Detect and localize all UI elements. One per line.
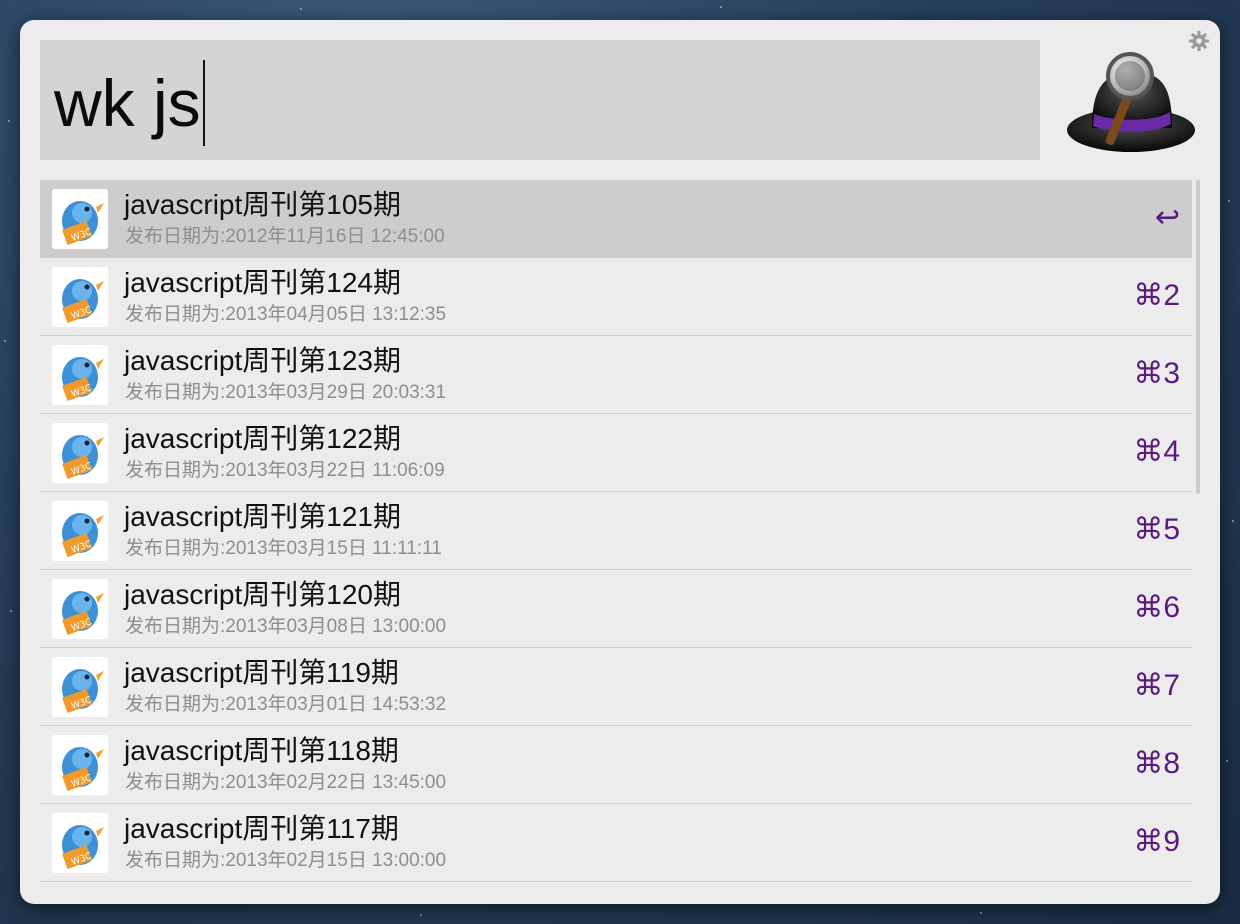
result-shortcut: ⌘3 bbox=[1133, 357, 1180, 390]
result-title: javascript周刊第117期 bbox=[124, 813, 399, 844]
result-row[interactable]: W3C javascript周刊第123期 发布日期为:2013年03月29日 … bbox=[40, 336, 1192, 414]
launcher-window: wk js W3C javascript周刊第105期 发布日期为:2012年1… bbox=[20, 20, 1220, 904]
result-row[interactable]: W3C javascript周刊第119期 发布日期为:2013年03月01日 … bbox=[40, 648, 1192, 726]
text-caret bbox=[202, 60, 205, 146]
result-subtitle: 发布日期为:2013年04月05日 13:12:35 bbox=[125, 304, 447, 325]
result-subtitle: 发布日期为:2012年11月16日 12:45:00 bbox=[125, 226, 445, 247]
search-query: wk js bbox=[54, 60, 205, 146]
result-subtitle: 发布日期为:2013年02月15日 13:00:00 bbox=[125, 850, 447, 871]
return-key-icon: ↩ bbox=[1154, 201, 1180, 234]
result-shortcut: ⌘8 bbox=[1133, 747, 1180, 780]
result-subtitle: 发布日期为:2013年02月22日 13:45:00 bbox=[125, 772, 447, 793]
result-title: javascript周刊第118期 bbox=[124, 735, 399, 766]
result-row[interactable]: W3C javascript周刊第121期 发布日期为:2013年03月15日 … bbox=[40, 492, 1192, 570]
result-title: javascript周刊第121期 bbox=[124, 501, 401, 532]
result-row[interactable]: W3C javascript周刊第124期 发布日期为:2013年04月05日 … bbox=[40, 258, 1192, 336]
results-list: W3C javascript周刊第105期 发布日期为:2012年11月16日 … bbox=[40, 180, 1192, 882]
result-row[interactable]: W3C javascript周刊第105期 发布日期为:2012年11月16日 … bbox=[40, 180, 1192, 258]
result-shortcut: ⌘6 bbox=[1133, 591, 1180, 624]
w3c-bird-icon: W3C bbox=[52, 813, 108, 873]
gear-icon[interactable] bbox=[1188, 30, 1210, 52]
alfred-hat-logo-icon bbox=[1067, 52, 1195, 152]
search-input[interactable]: wk js bbox=[40, 40, 1040, 160]
result-title: javascript周刊第119期 bbox=[124, 657, 399, 688]
w3c-bird-icon: W3C bbox=[52, 735, 108, 795]
w3c-bird-icon: W3C bbox=[52, 657, 108, 717]
result-title: javascript周刊第123期 bbox=[124, 345, 401, 376]
result-shortcut: ⌘9 bbox=[1133, 825, 1180, 858]
results-scrollbar[interactable] bbox=[1196, 180, 1200, 494]
result-subtitle: 发布日期为:2013年03月22日 11:06:09 bbox=[125, 460, 445, 481]
w3c-bird-icon: W3C bbox=[52, 423, 108, 483]
result-subtitle: 发布日期为:2013年03月15日 11:11:11 bbox=[125, 538, 442, 559]
result-title: javascript周刊第124期 bbox=[124, 267, 401, 298]
result-row[interactable]: W3C javascript周刊第122期 发布日期为:2013年03月22日 … bbox=[40, 414, 1192, 492]
result-title: javascript周刊第122期 bbox=[124, 423, 401, 454]
result-shortcut: ⌘5 bbox=[1133, 513, 1180, 546]
result-title: javascript周刊第105期 bbox=[124, 189, 401, 220]
result-shortcut: ⌘4 bbox=[1133, 435, 1180, 468]
search-query-text: wk js bbox=[54, 66, 201, 140]
result-row[interactable]: W3C javascript周刊第117期 发布日期为:2013年02月15日 … bbox=[40, 804, 1192, 882]
result-shortcut: ⌘7 bbox=[1133, 669, 1180, 702]
result-row[interactable]: W3C javascript周刊第118期 发布日期为:2013年02月22日 … bbox=[40, 726, 1192, 804]
w3c-bird-icon: W3C bbox=[52, 267, 108, 327]
result-title: javascript周刊第120期 bbox=[124, 579, 401, 610]
result-shortcut: ⌘2 bbox=[1133, 279, 1180, 312]
w3c-bird-icon: W3C bbox=[52, 345, 108, 405]
w3c-bird-icon: W3C bbox=[52, 579, 108, 639]
result-subtitle: 发布日期为:2013年03月29日 20:03:31 bbox=[125, 382, 447, 403]
w3c-bird-icon: W3C bbox=[52, 189, 108, 249]
w3c-bird-icon: W3C bbox=[52, 501, 108, 561]
result-subtitle: 发布日期为:2013年03月08日 13:00:00 bbox=[125, 616, 447, 637]
result-subtitle: 发布日期为:2013年03月01日 14:53:32 bbox=[125, 694, 447, 715]
result-row[interactable]: W3C javascript周刊第120期 发布日期为:2013年03月08日 … bbox=[40, 570, 1192, 648]
